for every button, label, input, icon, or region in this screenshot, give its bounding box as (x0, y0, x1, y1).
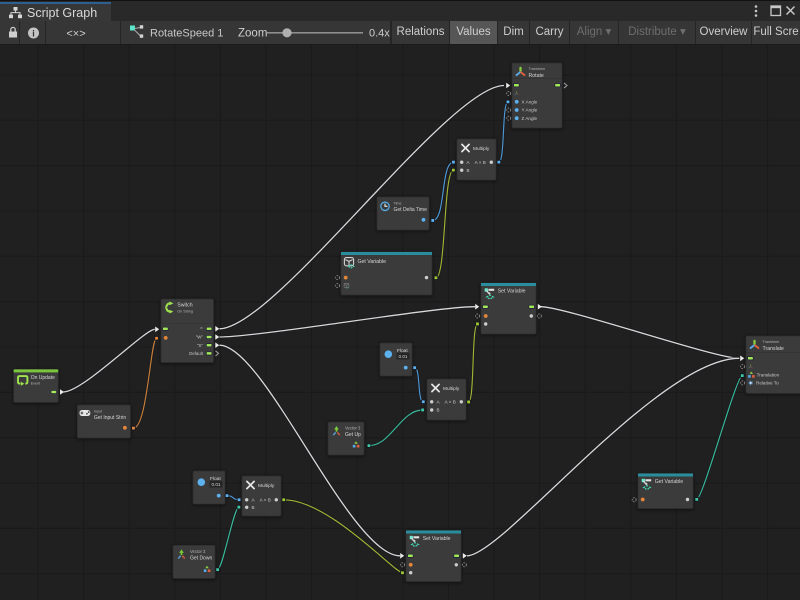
svg-text:<×>: <×> (66, 28, 85, 40)
svg-text:Event: Event (31, 382, 40, 386)
svg-text:Relative To: Relative To (756, 381, 779, 386)
svg-text:On String: On String (177, 310, 193, 314)
svg-text:Set Variable: Set Variable (498, 289, 526, 295)
svg-text:Time: Time (394, 202, 402, 206)
svg-text:Input: Input (94, 410, 102, 414)
svg-text:A × B: A × B (260, 497, 271, 502)
svg-text:0.01: 0.01 (399, 354, 408, 359)
svg-text:Set Variable: Set Variable (423, 536, 451, 542)
svg-text:Translate: Translate (763, 346, 785, 352)
svg-text:Get Input Strin: Get Input Strin (94, 415, 126, 421)
svg-text:Translation: Translation (757, 373, 780, 378)
svg-text:Get Variable: Get Variable (655, 479, 684, 485)
svg-text:0.01: 0.01 (212, 482, 221, 487)
svg-text:Transform: Transform (529, 67, 546, 71)
svg-text:A × B: A × B (445, 399, 456, 404)
svg-text:Z Angle: Z Angle (522, 116, 538, 121)
svg-text:i: i (32, 29, 35, 39)
svg-text:A × B: A × B (475, 160, 486, 165)
svg-text:Get Up: Get Up (345, 432, 361, 438)
svg-text:B: B (467, 168, 470, 173)
svg-text:Default: Default (189, 351, 204, 356)
svg-text:X Angle: X Angle (522, 99, 538, 104)
svg-text:Multiply: Multiply (258, 483, 275, 489)
svg-text:Vector 3: Vector 3 (345, 426, 361, 431)
svg-text:Multiply: Multiply (443, 386, 460, 392)
svg-text:Zoom: Zoom (238, 28, 267, 40)
svg-text:Get Variable: Get Variable (358, 259, 387, 265)
svg-text:On Update: On Update (31, 375, 55, 381)
svg-text:Y Angle: Y Angle (522, 108, 538, 113)
svg-text:"W": "W" (196, 335, 204, 340)
svg-text:B: B (252, 505, 255, 510)
svg-text:Transform: Transform (763, 340, 780, 344)
svg-text:Rotate: Rotate (529, 73, 544, 79)
svg-text:"": "" (200, 326, 204, 331)
svg-text:0.4x: 0.4x (369, 28, 390, 40)
svg-text:Switch: Switch (177, 303, 192, 309)
svg-text:Vector 3: Vector 3 (190, 549, 206, 554)
svg-text:RotateSpeed 1: RotateSpeed 1 (150, 28, 223, 40)
svg-text:Multiply: Multiply (473, 146, 490, 152)
svg-text:Get Down: Get Down (190, 556, 212, 562)
svg-text:"S": "S" (197, 343, 203, 348)
svg-text:B: B (437, 408, 440, 413)
svg-text:Get Delta Time: Get Delta Time (394, 207, 428, 213)
